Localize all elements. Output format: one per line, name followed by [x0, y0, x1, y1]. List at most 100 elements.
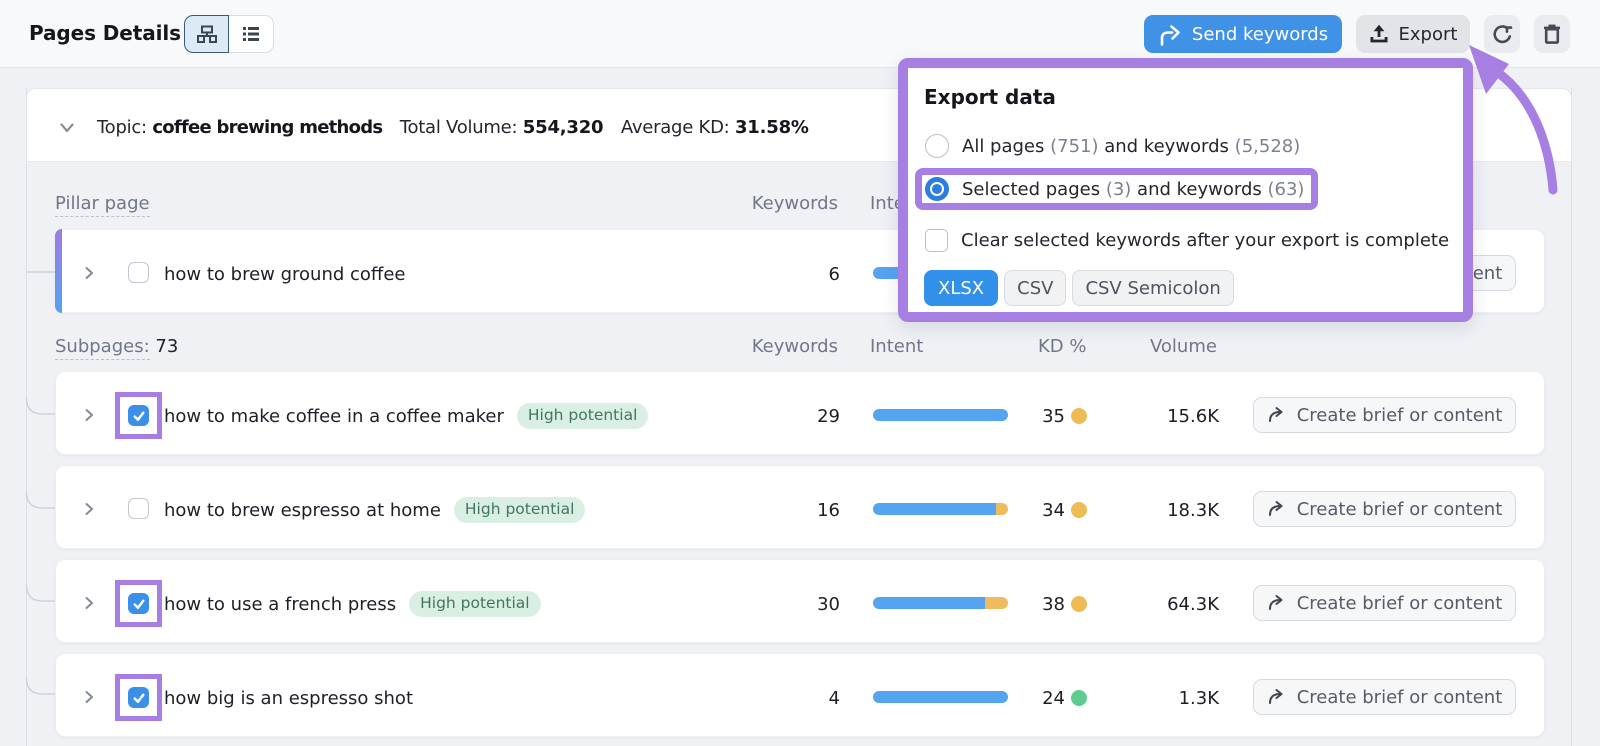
- expand-chevron-icon[interactable]: [82, 690, 96, 704]
- table-row[interactable]: how to make coffee in a coffee maker High…: [55, 371, 1545, 455]
- row-title: how to make coffee in a coffee maker: [164, 406, 504, 427]
- check-icon: [132, 409, 146, 423]
- pages-details-screen: Pages Details Send keywords Export: [0, 0, 1600, 746]
- expand-chevron-icon[interactable]: [82, 408, 96, 422]
- trash-icon: [1542, 24, 1562, 44]
- kd-dot: [1071, 690, 1087, 706]
- create-brief-button[interactable]: Create brief or content: [1253, 491, 1516, 527]
- volume-value: 15.6K: [1167, 375, 1219, 457]
- expand-chevron-icon[interactable]: [82, 266, 96, 280]
- total-volume-value: 554,320: [523, 117, 604, 138]
- clear-selected-row[interactable]: Clear selected keywords after your expor…: [925, 226, 1449, 254]
- col-label: Volume: [1150, 336, 1217, 357]
- keywords-count: 4: [829, 657, 840, 739]
- redo-arrow-icon: [1267, 687, 1287, 707]
- volume-value: 18.3K: [1167, 469, 1219, 551]
- radio-all-pages[interactable]: [925, 134, 949, 158]
- create-brief-label: Create brief or content: [1297, 499, 1503, 520]
- col-label: Intent: [870, 336, 923, 357]
- clear-selected-label: Clear selected keywords after your expor…: [961, 230, 1449, 251]
- chevron-down-icon[interactable]: [59, 120, 75, 136]
- col-label: Keywords: [752, 336, 838, 357]
- export-label: Export: [1399, 24, 1458, 45]
- refresh-button[interactable]: [1484, 15, 1520, 53]
- col-header-kd: KD %: [1038, 336, 1087, 357]
- keywords-count: 16: [817, 469, 840, 551]
- kd-value: 34: [1042, 469, 1065, 551]
- table-row[interactable]: how to use a french pressHigh potential …: [55, 559, 1545, 643]
- total-volume-label: Total Volume:: [400, 117, 518, 138]
- kd-value: 35: [1042, 375, 1065, 457]
- create-brief-label: Create brief or content: [1297, 687, 1503, 708]
- col-header-keywords-2: Keywords: [750, 336, 838, 357]
- intent-bar: [873, 503, 1008, 515]
- subpages-label: Subpages:: [55, 336, 150, 360]
- row-title: how big is an espresso shot: [164, 688, 413, 709]
- intent-segment-blue: [873, 691, 1008, 703]
- pillar-accent-bar: [55, 229, 62, 313]
- expand-chevron-icon[interactable]: [82, 502, 96, 516]
- sitemap-icon: [197, 24, 217, 44]
- keywords-count: 6: [829, 233, 840, 315]
- kd-value: 24: [1042, 657, 1065, 739]
- export-popup: Export data All pages (751) and keywords…: [898, 58, 1473, 322]
- subpages-header[interactable]: Subpages: 73: [55, 336, 178, 357]
- table-row[interactable]: how to brew espresso at home High potenti…: [55, 465, 1545, 549]
- view-toggle-tree[interactable]: [184, 15, 229, 53]
- export-button[interactable]: Export: [1356, 15, 1470, 53]
- row-title: how to brew espresso at home: [164, 500, 441, 521]
- create-brief-button[interactable]: Create brief or content: [1253, 397, 1516, 433]
- row-checkbox[interactable]: [128, 498, 149, 519]
- format-csv-semicolon-button[interactable]: CSV Semicolon: [1072, 270, 1233, 306]
- export-option-all[interactable]: All pages (751) and keywords (5,528): [925, 132, 1300, 160]
- row-checkbox[interactable]: [128, 593, 149, 614]
- pillar-page-label: Pillar page: [55, 193, 150, 217]
- view-toggle-list[interactable]: [229, 15, 274, 53]
- check-icon: [132, 691, 146, 705]
- intent-segment-blue: [873, 409, 1008, 421]
- create-brief-label: Create brief or content: [1297, 405, 1503, 426]
- row-checkbox[interactable]: [128, 405, 149, 426]
- intent-segment-blue: [873, 597, 985, 609]
- keywords-count: 29: [817, 375, 840, 457]
- option-all-label: All pages (751) and keywords (5,528): [962, 136, 1300, 157]
- keywords-count: 30: [817, 563, 840, 645]
- row-checkbox[interactable]: [128, 687, 149, 708]
- expand-chevron-icon[interactable]: [82, 596, 96, 610]
- export-popup-title: Export data: [924, 85, 1056, 109]
- clear-selected-checkbox[interactable]: [925, 229, 948, 252]
- col-header-volume: Volume: [1150, 336, 1217, 357]
- intent-segment-blue: [873, 503, 996, 515]
- kd-dot: [1071, 408, 1087, 424]
- send-arrow-icon: [1158, 22, 1182, 46]
- row-title: how to use a french press: [164, 594, 396, 615]
- upload-icon: [1369, 24, 1389, 44]
- view-toggle: [184, 15, 274, 53]
- send-keywords-button[interactable]: Send keywords: [1144, 15, 1342, 53]
- topic-name: coffee brewing methods: [152, 117, 382, 138]
- high-potential-badge: High potential: [454, 497, 586, 522]
- redo-arrow-icon: [1267, 405, 1287, 425]
- topic-label: Topic:: [97, 117, 147, 138]
- send-keywords-label: Send keywords: [1192, 24, 1328, 45]
- format-xlsx-button[interactable]: XLSX: [924, 270, 998, 306]
- average-kd-value: 31.58%: [735, 117, 809, 138]
- create-brief-button[interactable]: Create brief or content: [1253, 679, 1516, 715]
- table-row[interactable]: how big is an espresso shot 4 24 1.3K Cr…: [55, 653, 1545, 737]
- checkbox-annotation-highlight: [115, 580, 162, 627]
- row-checkbox[interactable]: [128, 262, 149, 283]
- pillar-page-header[interactable]: Pillar page: [55, 193, 150, 214]
- list-icon: [241, 24, 261, 44]
- col-label: KD %: [1038, 336, 1087, 357]
- kd-dot: [1071, 502, 1087, 518]
- high-potential-badge: High potential: [517, 403, 649, 428]
- intent-bar: [873, 691, 1008, 703]
- redo-arrow-icon: [1267, 593, 1287, 613]
- selected-option-highlight: [915, 168, 1318, 210]
- format-csv-button[interactable]: CSV: [1004, 270, 1066, 306]
- kd-value: 38: [1042, 563, 1065, 645]
- delete-button[interactable]: [1534, 15, 1570, 53]
- create-brief-button[interactable]: Create brief or content: [1253, 585, 1516, 621]
- redo-arrow-icon: [1267, 499, 1287, 519]
- row-title: how to brew ground coffee: [164, 264, 405, 285]
